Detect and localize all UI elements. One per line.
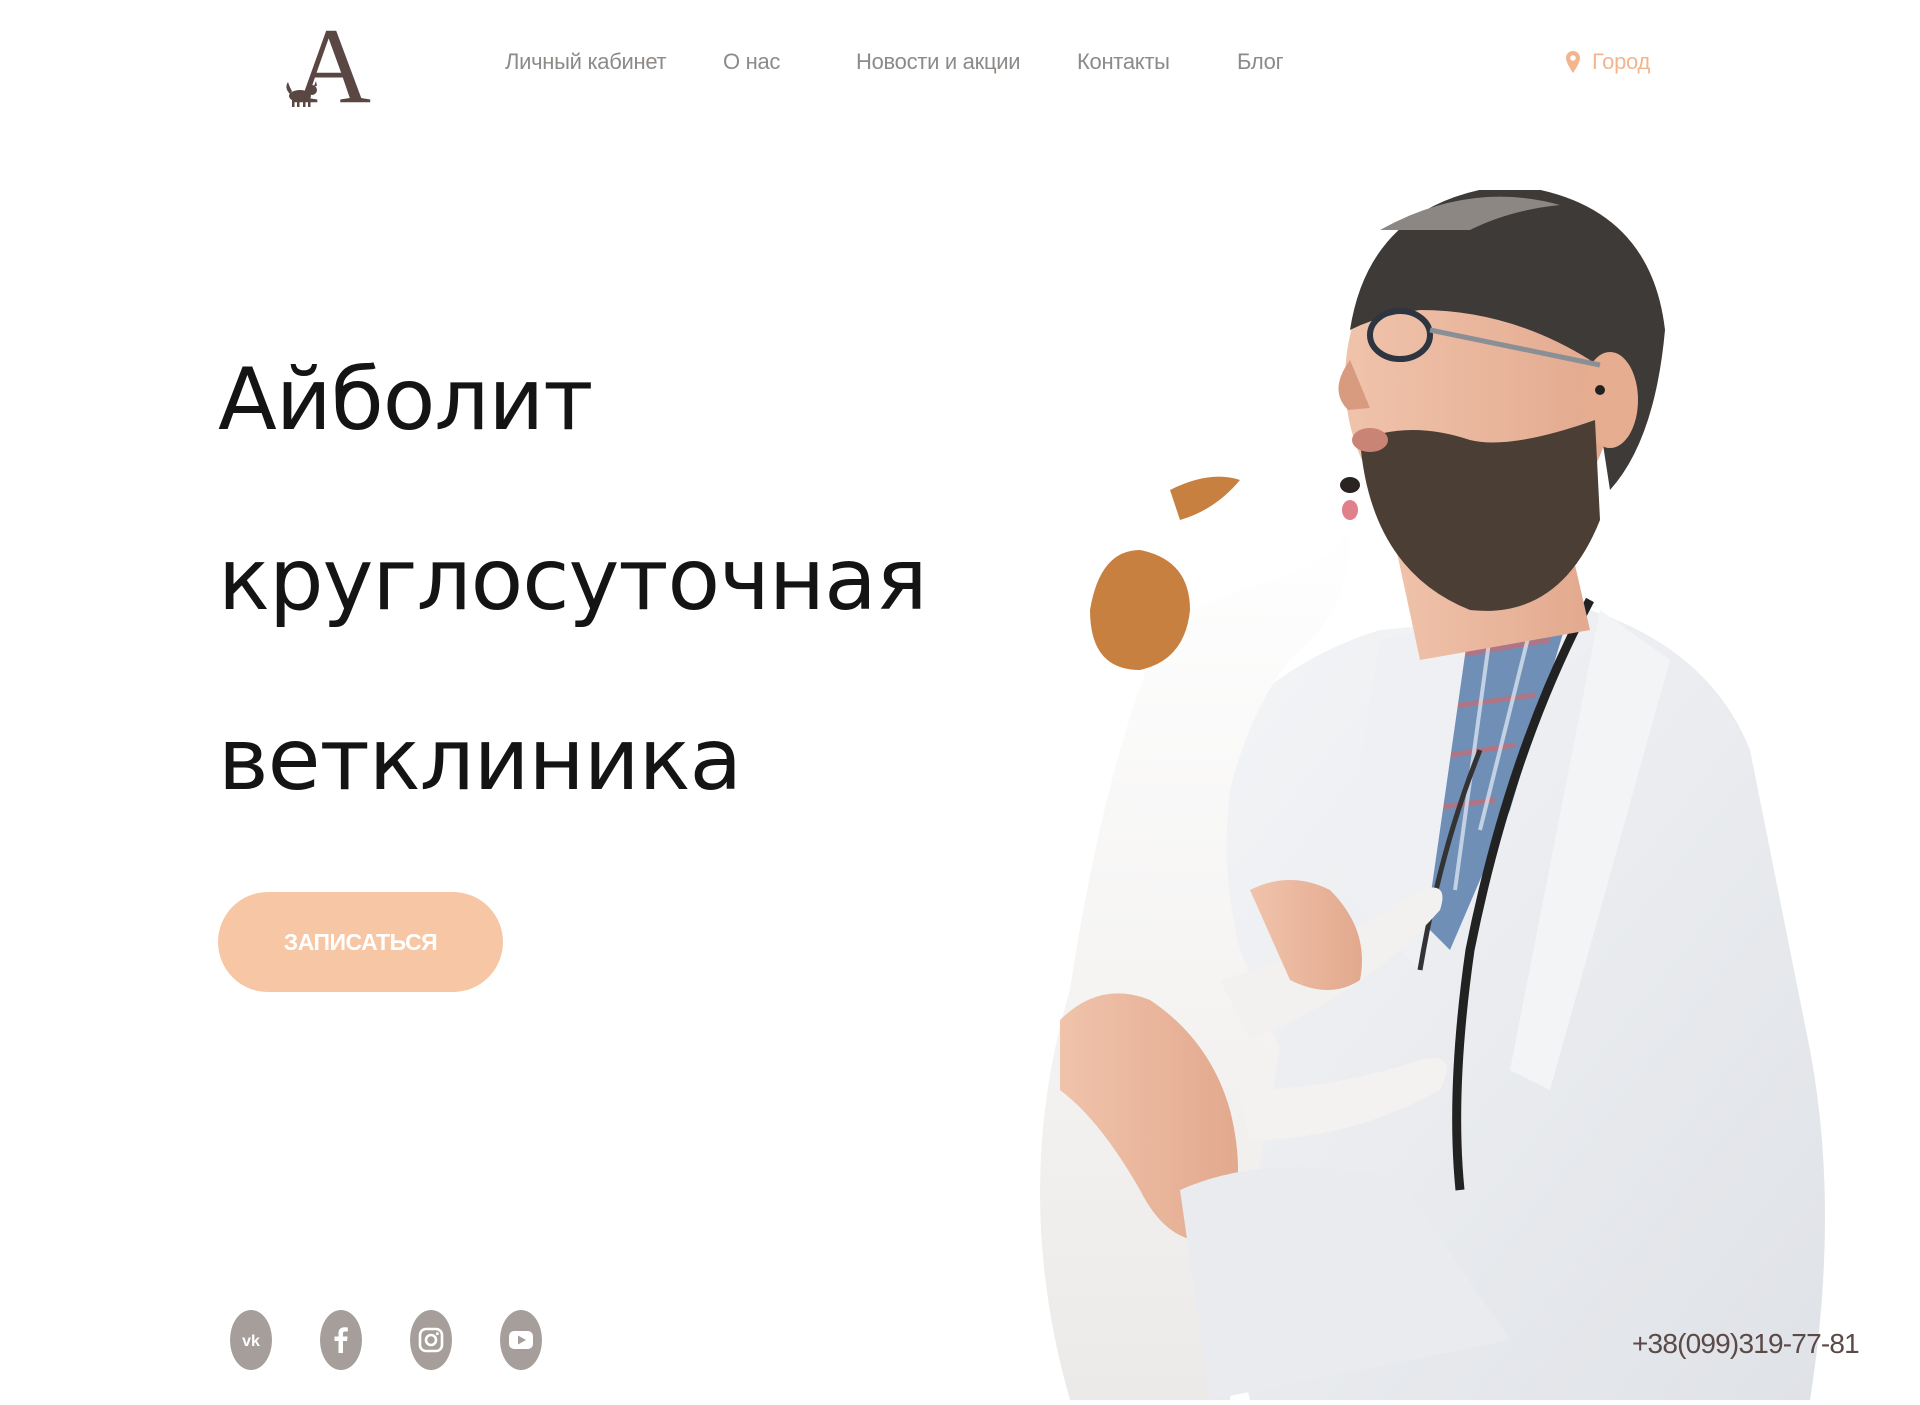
vet-with-dog-photo bbox=[1040, 185, 1825, 1400]
signup-button[interactable]: ЗАПИСАТЬСЯ bbox=[218, 892, 503, 992]
facebook-icon bbox=[334, 1327, 348, 1353]
city-label: Город bbox=[1592, 49, 1651, 74]
hero-title-line-1: Айболит bbox=[218, 350, 593, 450]
location-pin-icon bbox=[1566, 51, 1580, 73]
phone-number[interactable]: +38(099)319-77-81 bbox=[1632, 1328, 1860, 1360]
hero-title: Айболит круглосуточная ветклиника bbox=[218, 310, 928, 850]
hero-title-line-3: ветклиника bbox=[218, 710, 742, 810]
nav-item-account[interactable]: Личный кабинет bbox=[505, 44, 667, 80]
social-youtube[interactable] bbox=[500, 1310, 542, 1370]
nav-item-blog[interactable]: Блог bbox=[1237, 44, 1284, 80]
hero-title-line-2: круглосуточная bbox=[218, 530, 928, 630]
social-instagram[interactable] bbox=[410, 1310, 452, 1370]
svg-text:vk: vk bbox=[242, 1333, 260, 1348]
youtube-icon bbox=[509, 1331, 533, 1349]
instagram-icon bbox=[418, 1327, 444, 1353]
vk-icon: vk bbox=[242, 1333, 260, 1348]
nav-item-news[interactable]: Новости и акции bbox=[856, 44, 1021, 80]
city-selector[interactable]: Город bbox=[1566, 44, 1650, 80]
social-facebook[interactable] bbox=[320, 1310, 362, 1370]
social-vk[interactable]: vk bbox=[230, 1310, 272, 1370]
hero-photo bbox=[950, 185, 1920, 1400]
nav-item-contacts[interactable]: Контакты bbox=[1077, 44, 1170, 80]
nav-item-about[interactable]: О нас bbox=[723, 44, 780, 80]
